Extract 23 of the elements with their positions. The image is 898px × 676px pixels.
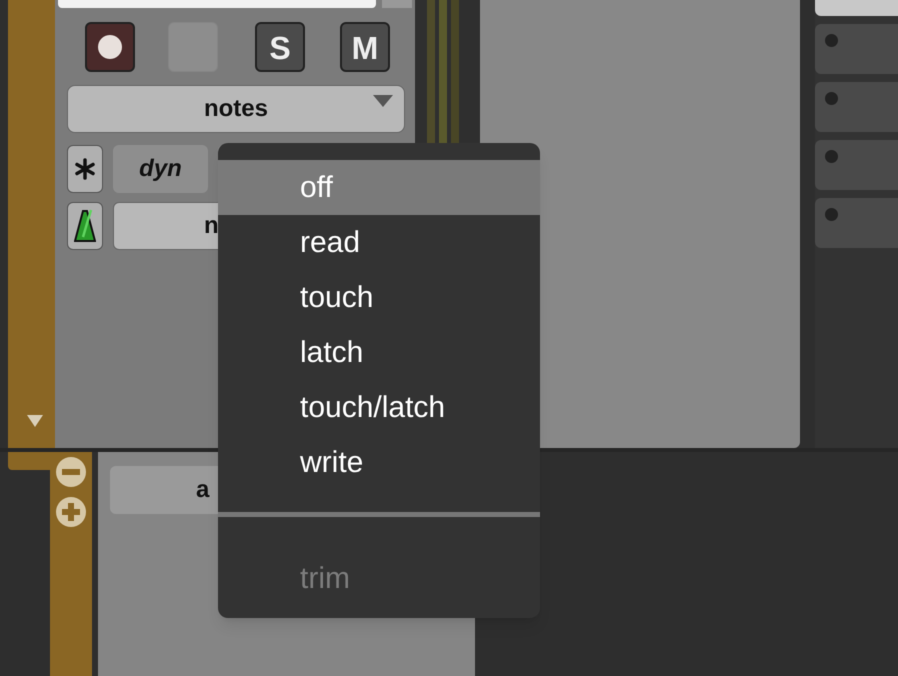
track-name-field[interactable] xyxy=(58,0,376,8)
minus-icon[interactable] xyxy=(55,456,87,488)
asterisk-button[interactable] xyxy=(67,145,103,193)
send-slot[interactable] xyxy=(815,198,898,248)
dyn-button[interactable]: dyn xyxy=(113,145,208,193)
asterisk-icon xyxy=(74,158,96,180)
plus-icon[interactable] xyxy=(55,496,87,528)
send-slot[interactable] xyxy=(815,24,898,74)
send-slot[interactable] xyxy=(815,140,898,190)
menu-item[interactable]: latch xyxy=(218,325,540,380)
metronome-button[interactable] xyxy=(67,202,103,250)
menu-item[interactable]: touch/latch xyxy=(218,380,540,435)
record-button[interactable] xyxy=(85,22,135,72)
collapse-triangle-icon[interactable] xyxy=(26,414,44,428)
metronome-icon xyxy=(74,209,96,243)
menu-item[interactable]: off xyxy=(218,160,540,215)
name-field-button[interactable] xyxy=(382,0,412,8)
mute-button[interactable]: M xyxy=(340,22,390,72)
solo-button[interactable]: S xyxy=(255,22,305,72)
notes-dropdown[interactable]: notes xyxy=(67,85,405,133)
send-slot[interactable] xyxy=(815,82,898,132)
caret-icon xyxy=(372,94,394,108)
menu-item[interactable]: touch xyxy=(218,270,540,325)
